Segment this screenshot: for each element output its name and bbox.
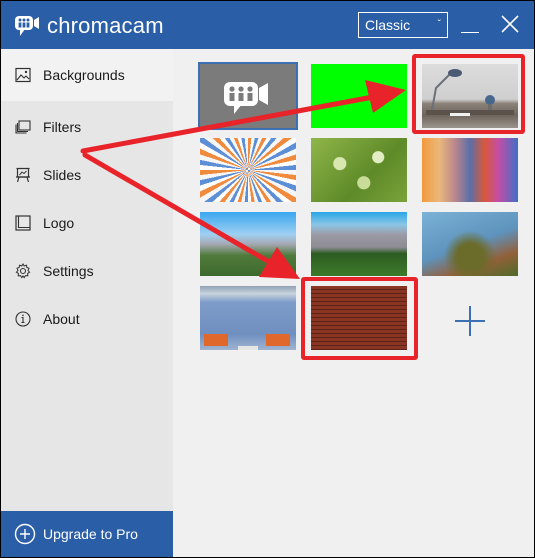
sidebar-item-label: Logo bbox=[43, 215, 75, 231]
desk-lamp-photo bbox=[426, 69, 514, 116]
plus-circle-icon bbox=[14, 523, 36, 545]
background-thumb-ferris-wheel[interactable] bbox=[422, 212, 518, 276]
sidebar: Backgrounds Filters Slides Logo Settings… bbox=[1, 49, 173, 557]
sidebar-item-label: Filters bbox=[43, 119, 82, 135]
app-title: chromacam bbox=[47, 13, 164, 38]
chromacam-window: chromacam Classic ˇ Backgrounds Filters … bbox=[1, 1, 534, 557]
upgrade-to-pro-button[interactable]: Upgrade to Pro bbox=[1, 511, 173, 557]
background-thumb-green-bokeh[interactable] bbox=[311, 138, 407, 202]
presentation-icon bbox=[16, 167, 30, 183]
mode-select[interactable]: Classic ˇ bbox=[358, 12, 448, 38]
app-logo: chromacam bbox=[15, 13, 164, 39]
layers-icon bbox=[15, 120, 31, 134]
sidebar-item-settings[interactable]: Settings bbox=[1, 247, 173, 295]
backgrounds-grid bbox=[173, 49, 534, 557]
background-thumb-palm-street[interactable] bbox=[200, 212, 296, 276]
gear-icon bbox=[15, 263, 31, 279]
title-bar: chromacam Classic ˇ bbox=[1, 1, 534, 49]
background-thumb-mountain-palms[interactable] bbox=[311, 212, 407, 276]
logo-frame-icon bbox=[15, 215, 31, 231]
mode-select-value: Classic bbox=[365, 17, 411, 33]
chromacam-logo-icon bbox=[224, 82, 268, 114]
sidebar-item-filters[interactable]: Filters bbox=[1, 103, 173, 151]
info-icon bbox=[15, 311, 31, 327]
background-thumb-green-screen[interactable] bbox=[311, 64, 407, 128]
minimize-icon bbox=[461, 32, 479, 33]
add-background-button[interactable] bbox=[453, 304, 487, 343]
sidebar-item-label: Slides bbox=[43, 167, 82, 183]
background-thumb-desk-lamp[interactable] bbox=[422, 64, 518, 128]
upgrade-label: Upgrade to Pro bbox=[43, 526, 138, 542]
image-icon bbox=[15, 67, 31, 83]
background-thumb-none[interactable] bbox=[198, 62, 298, 130]
background-thumb-red-brick[interactable] bbox=[311, 286, 407, 350]
background-thumb-speech-bubbles[interactable] bbox=[422, 138, 518, 202]
plus-icon bbox=[455, 306, 485, 336]
close-button[interactable] bbox=[498, 12, 522, 36]
sidebar-item-label: Backgrounds bbox=[43, 67, 125, 83]
minimize-button[interactable] bbox=[459, 13, 483, 37]
sidebar-item-label: About bbox=[43, 311, 80, 327]
chromacam-logo-icon bbox=[15, 16, 39, 36]
sidebar-item-label: Settings bbox=[43, 263, 94, 279]
close-icon bbox=[501, 15, 519, 33]
background-thumb-sunburst[interactable] bbox=[200, 138, 296, 202]
sidebar-item-slides[interactable]: Slides bbox=[1, 151, 173, 199]
background-thumb-lounge[interactable] bbox=[200, 286, 296, 350]
lounge-photo bbox=[204, 334, 290, 350]
sidebar-item-logo[interactable]: Logo bbox=[1, 199, 173, 247]
sidebar-item-backgrounds[interactable]: Backgrounds bbox=[1, 49, 173, 101]
chevron-down-icon: ˇ bbox=[437, 19, 441, 30]
sidebar-item-about[interactable]: About bbox=[1, 295, 173, 343]
